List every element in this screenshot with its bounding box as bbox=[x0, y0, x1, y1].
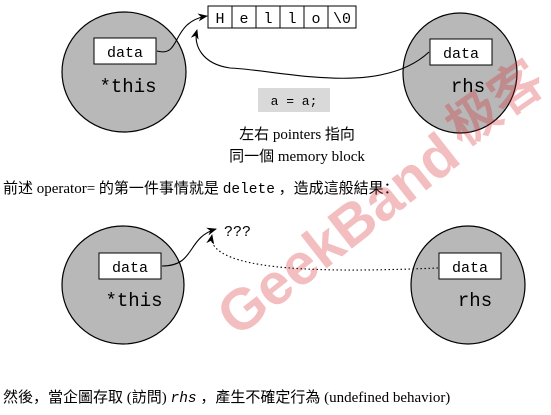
this-data-label-2: data bbox=[112, 260, 148, 277]
caption-line-1: 左右 pointers 指向 bbox=[239, 126, 355, 143]
this-ellipse-2 bbox=[61, 225, 185, 345]
string-char: H bbox=[215, 11, 224, 28]
caption-line-2: 同一個 memory block bbox=[229, 148, 365, 165]
this-ellipse-1 bbox=[61, 11, 187, 133]
rhs-data-label-1: data bbox=[443, 46, 479, 63]
string-char: l bbox=[263, 11, 272, 28]
middle-sentence-code: delete bbox=[223, 182, 275, 198]
this-label-1: *this bbox=[99, 76, 156, 98]
hello-string-array: H e l l o \0 bbox=[207, 5, 357, 29]
bottom-sentence-part2: ，產生不確定行為 (undefined behavior) bbox=[200, 389, 450, 406]
rhs-label-2: rhs bbox=[458, 290, 492, 312]
diagram-canvas: data *this data rhs H e l l o \0 a = a; … bbox=[0, 0, 551, 415]
self-assign-code: a = a; bbox=[271, 94, 318, 109]
string-char: l bbox=[287, 11, 296, 28]
string-char: o bbox=[311, 11, 320, 28]
bottom-sentence-part1: 然後，當企圖存取 (訪問) bbox=[3, 388, 171, 406]
rhs-ellipse-2 bbox=[410, 225, 526, 345]
middle-sentence-part1: 前述 operator= 的第一件事情就是 bbox=[3, 179, 223, 197]
rhs-pointer-arrow-1 bbox=[190, 29, 430, 79]
rhs-data-label-2: data bbox=[452, 260, 488, 277]
string-char: \0 bbox=[333, 11, 351, 28]
bottom-sentence-code: rhs bbox=[171, 391, 197, 407]
this-label-2: *this bbox=[105, 290, 162, 312]
bottom-sentence: 然後，當企圖存取 (訪問) rhs ，產生不確定行為 (undefined be… bbox=[3, 388, 450, 407]
string-char: e bbox=[239, 11, 248, 28]
this-data-label-1: data bbox=[107, 45, 143, 62]
diagram-svg: data *this data rhs H e l l o \0 a = a; … bbox=[3, 5, 551, 407]
unknown-target-label: ??? bbox=[224, 224, 251, 241]
